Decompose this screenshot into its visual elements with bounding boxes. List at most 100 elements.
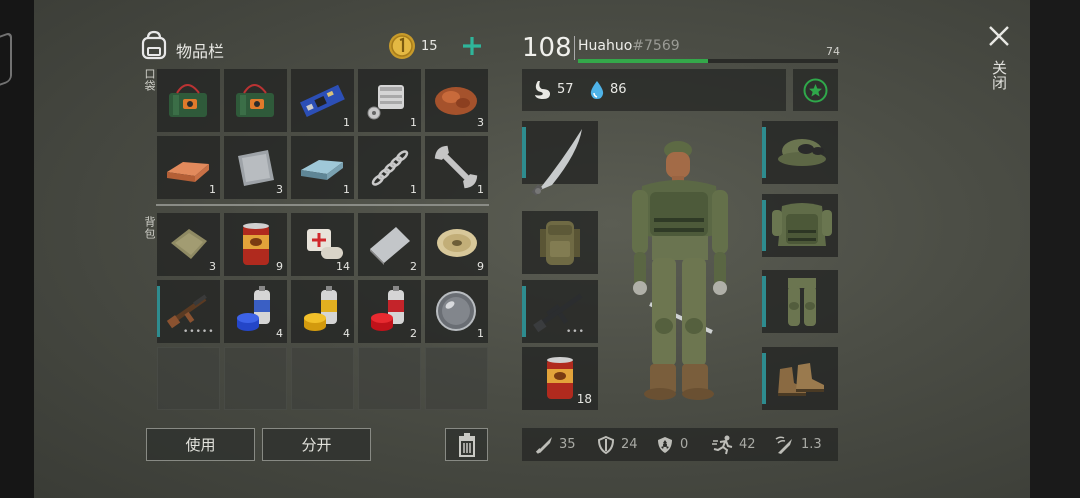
rate-stat: 1.3 — [774, 428, 822, 461]
trash-button[interactable] — [445, 428, 488, 461]
backpack-slot[interactable]: 2 — [358, 213, 421, 276]
shield-icon — [597, 435, 615, 454]
split-button[interactable]: 分开 — [262, 428, 371, 461]
xp-bar — [578, 59, 838, 63]
pocket-slot[interactable]: 1 — [157, 136, 220, 199]
backpack-label: 背包 — [143, 216, 156, 240]
running-icon — [712, 435, 733, 454]
camo-cap-icon — [778, 139, 826, 166]
backpack-slot[interactable]: 4 — [291, 280, 354, 343]
rate-value: 1.3 — [801, 437, 822, 452]
favorite-button[interactable] — [793, 69, 838, 111]
backpack-slot[interactable]: 14 — [291, 213, 354, 276]
backpack-slot[interactable]: 1 — [425, 280, 488, 343]
item-count: 1 — [477, 327, 484, 340]
close-icon[interactable] — [988, 25, 1010, 51]
attack-value: 35 — [559, 437, 576, 452]
player-tag: #7569 — [632, 38, 680, 54]
pocket-slot[interactable]: 3 — [425, 69, 488, 132]
equip-slot-head[interactable] — [762, 121, 838, 184]
coin-icon — [388, 32, 416, 64]
item-count: 3 — [276, 183, 283, 196]
item-count: 18 — [576, 392, 592, 406]
character-model — [620, 136, 740, 412]
pocket-slot[interactable]: 1 — [358, 136, 421, 199]
backpack-slot[interactable]: 9 — [224, 213, 287, 276]
item-count: 14 — [336, 260, 350, 273]
speed-value: 42 — [739, 437, 756, 452]
coin-count: 15 — [421, 39, 438, 54]
m16-rifle-icon — [533, 293, 583, 333]
xp-value: 74 — [826, 45, 840, 58]
backpack-slot[interactable]: 2 — [358, 280, 421, 343]
item-count: 4 — [276, 327, 283, 340]
player-name-line: Huahuo#7569 — [578, 38, 680, 54]
empty-slot[interactable] — [224, 347, 287, 410]
pocket-slot[interactable]: 1 — [358, 69, 421, 132]
equip-slot-backpack[interactable] — [522, 211, 598, 274]
backpack-slot[interactable]: 4 — [224, 280, 287, 343]
item-count: 4 — [343, 327, 350, 340]
header-divider — [574, 36, 575, 60]
attack-stat: 35 — [534, 428, 576, 461]
pocket-slot[interactable]: 1 — [425, 136, 488, 199]
inventory-title: 物品栏 — [176, 42, 225, 61]
section-divider — [156, 204, 489, 206]
empty-slot[interactable] — [157, 347, 220, 410]
backpack-slot[interactable]: ••••• — [157, 280, 220, 343]
item-count: 1 — [209, 183, 216, 196]
left-border — [0, 0, 34, 498]
pocket-slot[interactable]: 1 — [291, 136, 354, 199]
equip-slot-feet[interactable] — [762, 347, 838, 410]
hunger-value: 57 — [557, 82, 574, 97]
explosive-pack-icon — [236, 84, 274, 117]
thirst-value: 86 — [610, 82, 627, 97]
camo-vest-icon — [772, 203, 832, 246]
equip-slot-melee[interactable] — [522, 121, 598, 196]
item-count: 1 — [343, 116, 350, 129]
backpack-icon — [540, 221, 580, 265]
pocket-label: 口袋 — [143, 68, 156, 92]
water-drop-icon — [590, 81, 604, 99]
defense-value: 24 — [621, 437, 638, 452]
needs-panel: 57 86 — [522, 69, 786, 111]
equip-slot-legs[interactable] — [762, 270, 838, 333]
pocket-slot[interactable] — [157, 69, 220, 132]
pocket-slot[interactable]: 3 — [224, 136, 287, 199]
item-count: 2 — [410, 327, 417, 340]
item-count: 1 — [410, 116, 417, 129]
swing-knife-icon — [775, 435, 792, 454]
hexagon-icon[interactable] — [0, 31, 12, 91]
player-name: Huahuo — [578, 38, 633, 54]
radiation-shield-icon — [658, 436, 672, 453]
stats-bar: 35 24 0 42 1.3 — [522, 428, 838, 461]
equip-slot-body[interactable] — [762, 194, 838, 257]
defense-stat: 24 — [596, 428, 638, 461]
empty-slot[interactable] — [358, 347, 421, 410]
equip-slot-rifle[interactable]: ••• — [522, 280, 598, 343]
camo-pants-icon — [788, 278, 816, 326]
pocket-slot[interactable] — [224, 69, 287, 132]
radiation-value: 0 — [680, 437, 689, 452]
ammo-dots: ••• — [566, 327, 585, 337]
empty-slot[interactable] — [291, 347, 354, 410]
pocket-slot[interactable]: 1 — [291, 69, 354, 132]
close-label[interactable]: 关闭 — [989, 60, 1010, 90]
xp-bar-fill — [578, 59, 708, 63]
right-border — [1030, 0, 1080, 498]
machete-icon — [531, 129, 582, 196]
radiation-stat: 0 — [655, 428, 688, 461]
knife-icon — [535, 436, 552, 454]
player-level: 108 — [522, 33, 572, 63]
backpack-slot[interactable]: 3 — [157, 213, 220, 276]
add-coins-icon[interactable] — [462, 36, 482, 60]
empty-slot[interactable] — [425, 347, 488, 410]
trash-icon — [458, 432, 475, 457]
item-count: 1 — [343, 183, 350, 196]
item-count: 1 — [410, 183, 417, 196]
equip-slot-quick[interactable]: 18 — [522, 347, 598, 410]
backpack-slot[interactable]: 9 — [425, 213, 488, 276]
item-count: 2 — [410, 260, 417, 273]
boots-icon — [778, 363, 824, 396]
use-button[interactable]: 使用 — [146, 428, 255, 461]
